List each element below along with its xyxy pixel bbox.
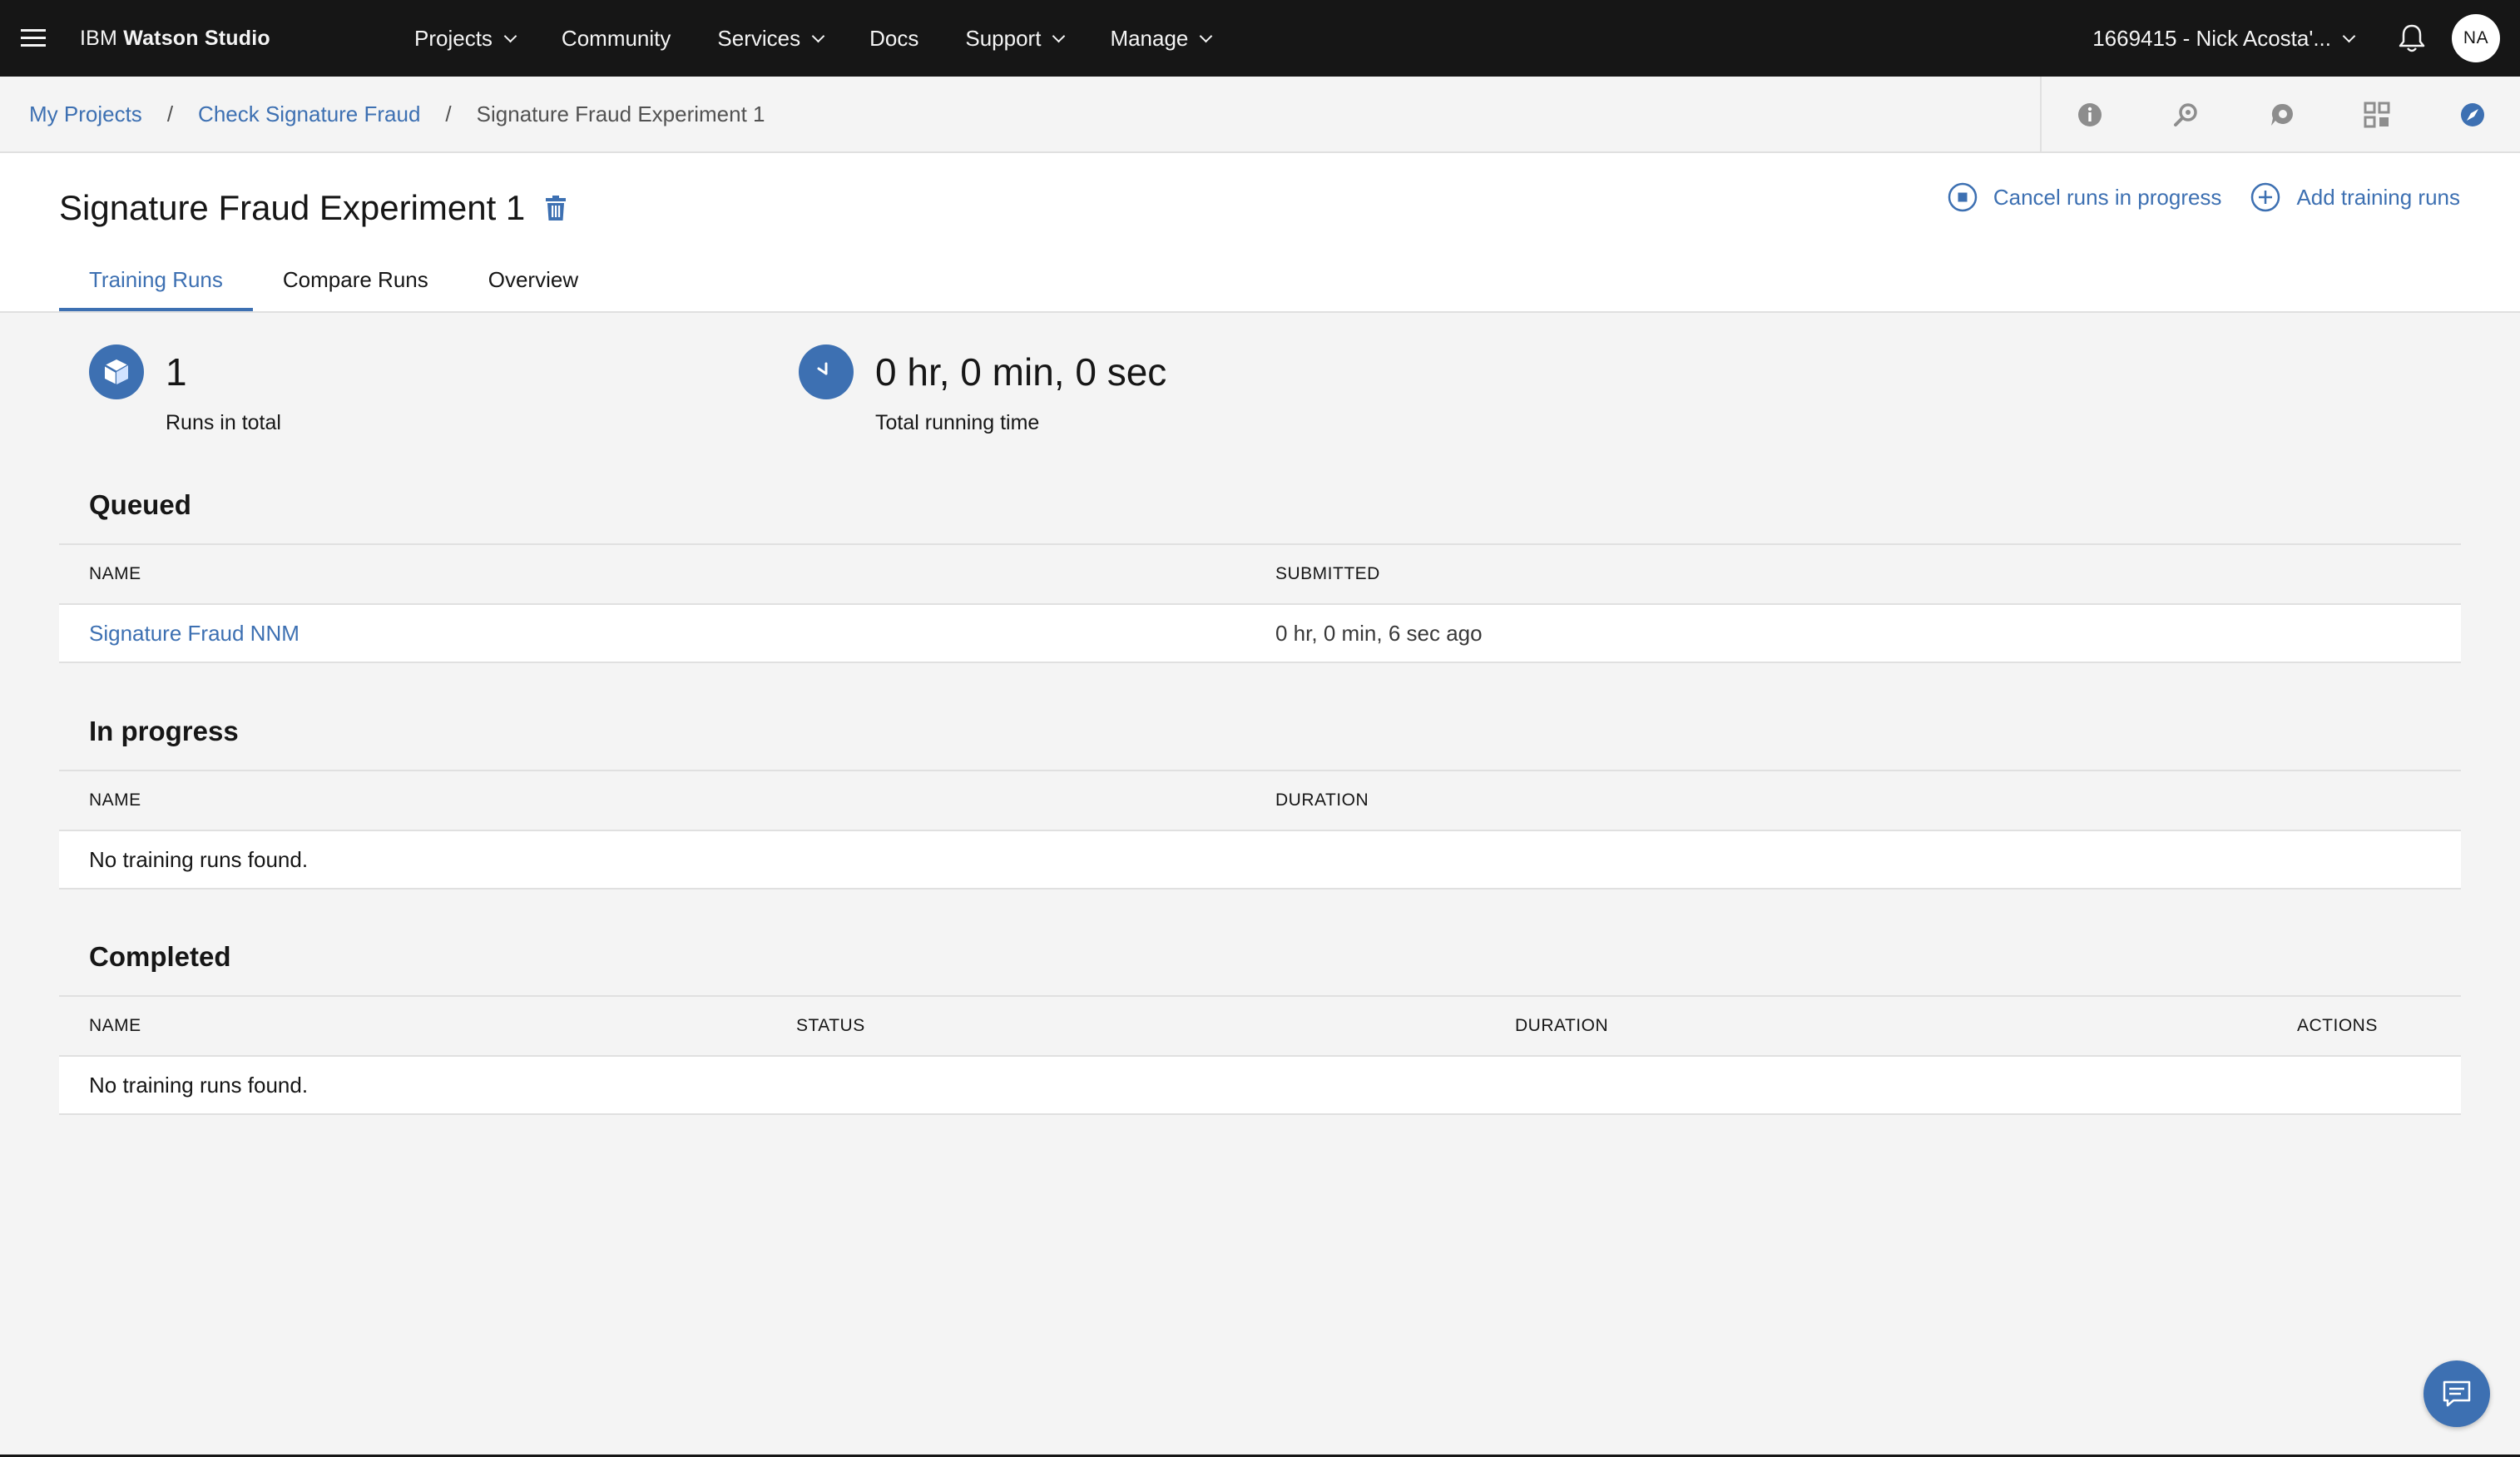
nav-projects[interactable]: Projects bbox=[391, 0, 538, 77]
nav-docs[interactable]: Docs bbox=[846, 0, 942, 77]
top-header: IBM Watson Studio Projects Community Ser… bbox=[0, 0, 2520, 77]
breadcrumb-bar: My Projects / Check Signature Fraud / Si… bbox=[0, 77, 2520, 153]
running-time-label: Total running time bbox=[875, 411, 1040, 434]
runs-total-label: Runs in total bbox=[166, 411, 281, 434]
column-submitted: SUBMITTED bbox=[1275, 564, 1380, 583]
comments-button[interactable] bbox=[2233, 77, 2329, 153]
runs-total-stat: 1 Runs in total bbox=[89, 344, 281, 435]
tab-overview[interactable]: Overview bbox=[458, 251, 608, 311]
stop-icon bbox=[1948, 182, 1978, 212]
chevron-down-icon bbox=[811, 29, 825, 42]
running-time-value: 0 hr, 0 min, 0 sec bbox=[875, 350, 1167, 394]
apps-icon bbox=[2364, 102, 2389, 128]
bell-icon bbox=[2399, 24, 2425, 52]
column-status: STATUS bbox=[796, 1016, 865, 1035]
in-progress-table: NAME DURATION No training runs found. bbox=[59, 770, 2461, 890]
trash-icon bbox=[546, 196, 567, 221]
chevron-down-icon bbox=[1052, 29, 1066, 42]
nav-community-label: Community bbox=[561, 25, 671, 51]
column-actions: ACTIONS bbox=[2297, 1016, 2378, 1035]
brand-name: Watson Studio bbox=[123, 26, 270, 50]
info-button[interactable] bbox=[2042, 77, 2137, 153]
completed-table: NAME STATUS DURATION ACTIONS No training… bbox=[59, 995, 2461, 1115]
tab-training-runs[interactable]: Training Runs bbox=[59, 251, 253, 311]
menu-icon bbox=[21, 29, 46, 47]
completed-title: Completed bbox=[89, 941, 231, 972]
chevron-down-icon bbox=[1200, 29, 1213, 42]
queued-table: NAME SUBMITTED Signature Fraud NNM 0 hr,… bbox=[59, 543, 2461, 663]
breadcrumb: My Projects / Check Signature Fraud / Si… bbox=[29, 102, 765, 127]
table-row: No training runs found. bbox=[59, 830, 2461, 890]
brand-prefix: IBM bbox=[80, 26, 118, 50]
product-brand[interactable]: IBM Watson Studio bbox=[80, 27, 391, 51]
compass-icon bbox=[2460, 103, 2484, 126]
chevron-down-icon bbox=[2342, 29, 2356, 42]
run-submitted: 0 hr, 0 min, 6 sec ago bbox=[1275, 620, 1483, 646]
nav-manage[interactable]: Manage bbox=[1087, 0, 1234, 77]
empty-message: No training runs found. bbox=[89, 846, 309, 872]
tab-compare-runs[interactable]: Compare Runs bbox=[253, 251, 458, 311]
chat-bubble-icon bbox=[2443, 1380, 2471, 1407]
avatar[interactable]: NA bbox=[2452, 14, 2500, 62]
in-progress-title: In progress bbox=[89, 716, 239, 746]
info-icon bbox=[2077, 103, 2102, 126]
explore-button[interactable] bbox=[2424, 77, 2520, 153]
add-training-runs-button[interactable]: Add training runs bbox=[2250, 181, 2460, 213]
breadcrumb-check-signature-fraud[interactable]: Check Signature Fraud bbox=[198, 102, 420, 127]
breadcrumb-current: Signature Fraud Experiment 1 bbox=[476, 101, 765, 126]
page-header: Signature Fraud Experiment 1 Cancel runs… bbox=[0, 153, 2520, 313]
nav-community[interactable]: Community bbox=[538, 0, 694, 77]
column-name: NAME bbox=[89, 564, 141, 583]
find-icon bbox=[2173, 103, 2197, 126]
nav-manage-label: Manage bbox=[1110, 25, 1189, 51]
nav-support-label: Support bbox=[965, 25, 1042, 51]
table-row: No training runs found. bbox=[59, 1055, 2461, 1115]
runs-total-value: 1 bbox=[166, 350, 187, 394]
account-label: 1669415 - Nick Acosta'... bbox=[2092, 25, 2331, 51]
chat-support-button[interactable] bbox=[2423, 1360, 2490, 1427]
account-switcher[interactable]: 1669415 - Nick Acosta'... bbox=[2092, 0, 2356, 77]
clock-icon bbox=[799, 344, 854, 399]
experiment-tabs: Training Runs Compare Runs Overview bbox=[59, 251, 608, 311]
column-name: NAME bbox=[89, 790, 141, 810]
delete-experiment-button[interactable] bbox=[545, 195, 567, 221]
cube-icon bbox=[89, 344, 144, 399]
breadcrumb-separator: / bbox=[166, 101, 174, 126]
chat-icon bbox=[2270, 103, 2293, 126]
breadcrumb-my-projects[interactable]: My Projects bbox=[29, 102, 142, 127]
experiment-title: Signature Fraud Experiment 1 bbox=[59, 188, 526, 227]
table-header: NAME DURATION bbox=[59, 770, 2461, 830]
run-name-link[interactable]: Signature Fraud NNM bbox=[89, 605, 300, 662]
nav-support[interactable]: Support bbox=[942, 0, 1087, 77]
nav-docs-label: Docs bbox=[869, 25, 919, 51]
add-training-runs-label: Add training runs bbox=[2296, 184, 2460, 210]
breadcrumb-separator: / bbox=[445, 101, 452, 126]
notifications-button[interactable] bbox=[2397, 23, 2427, 53]
page-actions: Cancel runs in progress Add training run… bbox=[1918, 181, 2460, 213]
table-header: NAME STATUS DURATION ACTIONS bbox=[59, 995, 2461, 1055]
find-data-button[interactable] bbox=[2137, 77, 2233, 153]
table-row: Signature Fraud NNM 0 hr, 0 min, 6 sec a… bbox=[59, 603, 2461, 663]
nav-projects-label: Projects bbox=[414, 25, 493, 51]
running-time-stat: 0 hr, 0 min, 0 sec Total running time bbox=[799, 344, 1166, 435]
add-icon bbox=[2251, 182, 2280, 212]
nav-services[interactable]: Services bbox=[694, 0, 846, 77]
main-nav: Projects Community Services Docs Support… bbox=[391, 0, 1234, 77]
cancel-runs-button[interactable]: Cancel runs in progress bbox=[1947, 181, 2222, 213]
chevron-down-icon bbox=[503, 29, 517, 42]
column-name: NAME bbox=[89, 1016, 141, 1035]
page-title: Signature Fraud Experiment 1 bbox=[59, 188, 567, 228]
queued-title: Queued bbox=[89, 489, 191, 520]
avatar-initials: NA bbox=[2463, 28, 2489, 47]
table-header: NAME SUBMITTED bbox=[59, 543, 2461, 603]
cancel-runs-label: Cancel runs in progress bbox=[1993, 184, 2222, 210]
column-duration: DURATION bbox=[1515, 1016, 1609, 1035]
column-duration: DURATION bbox=[1275, 790, 1369, 810]
nav-services-label: Services bbox=[717, 25, 801, 51]
empty-message: No training runs found. bbox=[89, 1072, 309, 1098]
hamburger-menu-button[interactable] bbox=[0, 0, 67, 77]
project-toolbar bbox=[2040, 77, 2520, 153]
apps-button[interactable] bbox=[2329, 77, 2424, 153]
